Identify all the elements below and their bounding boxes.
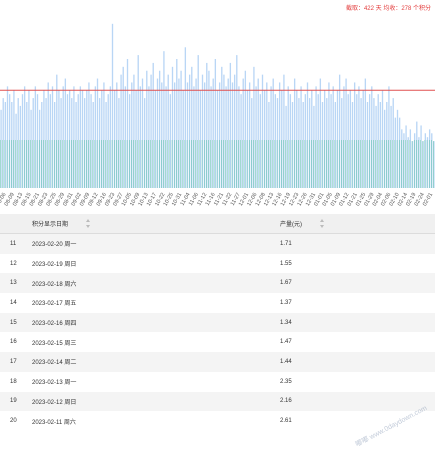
row-date: 2023-02-20 周一 — [32, 234, 280, 254]
row-value: 1.47 — [280, 332, 400, 352]
table-row: 13 2023-02-18 周六 1.67 — [0, 273, 435, 293]
row-value: 1.37 — [280, 293, 400, 313]
header-value[interactable]: 产量(元) — [280, 214, 400, 234]
row-index: 12 — [0, 254, 32, 274]
row-date: 2023-02-14 周二 — [32, 352, 280, 372]
row-index: 19 — [0, 392, 32, 412]
row-date: 2023-02-13 周一 — [32, 372, 280, 392]
row-date: 2023-02-16 周四 — [32, 313, 280, 333]
bar-chart: 08-0608-0908-1308-1508-2108-2308-2508-29… — [0, 16, 435, 214]
row-index: 14 — [0, 293, 32, 313]
sort-icon[interactable] — [86, 219, 92, 228]
row-index: 20 — [0, 411, 32, 431]
row-value: 1.67 — [280, 273, 400, 293]
table-row: 14 2023-02-17 周五 1.37 — [0, 293, 435, 313]
row-value: 2.16 — [280, 392, 400, 412]
row-value: 1.71 — [280, 234, 400, 254]
row-date: 2023-02-18 周六 — [32, 273, 280, 293]
row-index: 16 — [0, 332, 32, 352]
row-date: 2023-02-15 周三 — [32, 332, 280, 352]
table-row: 16 2023-02-15 周三 1.47 — [0, 332, 435, 352]
table-header-row: 积分显示日期 产量(元) — [0, 214, 435, 234]
row-date: 2023-02-12 周日 — [32, 392, 280, 412]
row-value: 2.35 — [280, 372, 400, 392]
row-index: 13 — [0, 273, 32, 293]
row-date: 2023-02-19 周日 — [32, 254, 280, 274]
row-index: 17 — [0, 352, 32, 372]
header-index — [0, 214, 32, 234]
data-table: 积分显示日期 产量(元) 11 2023-02-20 周一 1.71 12 20… — [0, 214, 435, 431]
header-date-label: 积分显示日期 — [32, 222, 68, 228]
row-value: 1.44 — [280, 352, 400, 372]
header-spacer — [400, 214, 435, 234]
bars-group — [0, 24, 434, 188]
header-date[interactable]: 积分显示日期 — [32, 214, 280, 234]
table-row: 15 2023-02-16 周四 1.34 — [0, 313, 435, 333]
sort-icon[interactable] — [320, 219, 326, 228]
table-row: 20 2023-02-11 周六 2.61 — [0, 411, 435, 431]
row-value: 1.55 — [280, 254, 400, 274]
table-row: 18 2023-02-13 周一 2.35 — [0, 372, 435, 392]
summary-text: 截取：422 天 均收：278 个积分 — [346, 3, 431, 12]
table-row: 17 2023-02-14 周二 1.44 — [0, 352, 435, 372]
table-row: 12 2023-02-19 周日 1.55 — [0, 254, 435, 274]
data-table-container: 积分显示日期 产量(元) 11 2023-02-20 周一 1.71 12 20… — [0, 214, 435, 420]
table-row: 11 2023-02-20 周一 1.71 — [0, 234, 435, 254]
row-date: 2023-02-11 周六 — [32, 411, 280, 431]
chart-svg: 08-0608-0908-1308-1508-2108-2308-2508-29… — [0, 16, 435, 214]
table-row: 19 2023-02-12 周日 2.16 — [0, 392, 435, 412]
row-index: 11 — [0, 234, 32, 254]
x-axis-labels: 08-0608-0908-1308-1508-2108-2308-2508-29… — [0, 192, 434, 207]
row-date: 2023-02-17 周五 — [32, 293, 280, 313]
row-index: 15 — [0, 313, 32, 333]
row-index: 18 — [0, 372, 32, 392]
header-value-label: 产量(元) — [280, 222, 302, 228]
row-value: 1.34 — [280, 313, 400, 333]
